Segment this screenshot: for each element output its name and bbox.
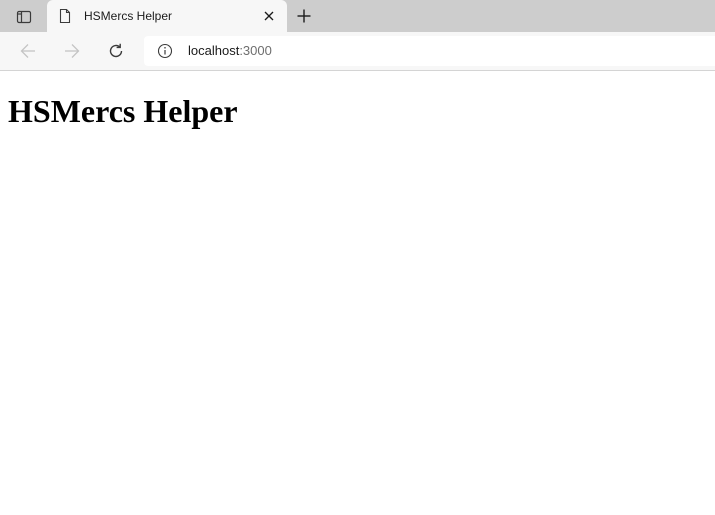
page-heading: HSMercs Helper <box>8 93 238 129</box>
tab-actions-icon <box>16 10 32 24</box>
arrow-left-icon <box>20 44 35 58</box>
tab-title: HSMercs Helper <box>84 9 173 23</box>
tab-active[interactable]: HSMercs Helper <box>47 0 287 32</box>
forward-button[interactable] <box>58 38 86 64</box>
page-icon <box>59 8 71 24</box>
tab-close-button[interactable] <box>261 8 277 24</box>
new-tab-button[interactable] <box>292 4 316 28</box>
back-button[interactable] <box>14 38 42 64</box>
tab-actions-button[interactable] <box>10 6 38 28</box>
close-icon <box>264 11 274 21</box>
reload-icon <box>109 43 123 58</box>
url-port: :3000 <box>239 43 272 58</box>
info-icon[interactable] <box>157 43 173 59</box>
arrow-right-icon <box>65 44 80 58</box>
plus-icon <box>297 9 311 23</box>
tab-strip: HSMercs Helper <box>0 0 715 32</box>
address-bar[interactable]: localhost:3000 <box>144 36 715 66</box>
page-viewport: HSMercs Helper <box>0 71 715 515</box>
browser-toolbar: localhost:3000 <box>0 32 715 71</box>
url-host: localhost <box>188 43 240 58</box>
reload-button[interactable] <box>102 38 130 64</box>
url-text[interactable]: localhost:3000 <box>188 43 272 59</box>
